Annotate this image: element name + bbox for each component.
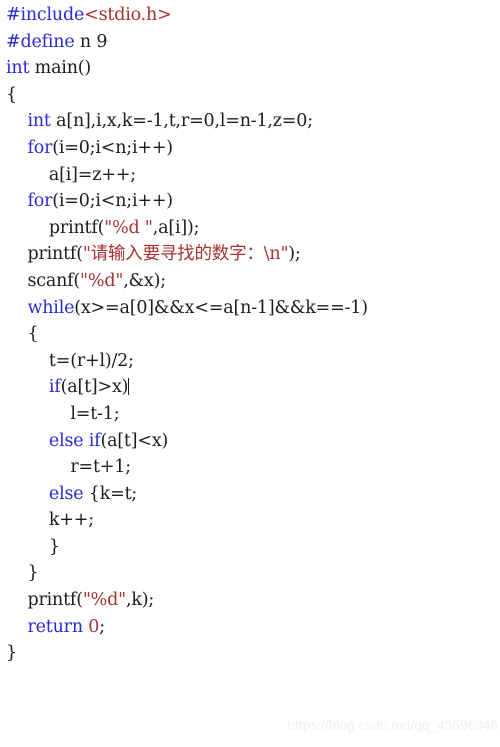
code-token-pln: l=t-1; <box>70 403 120 424</box>
code-line[interactable]: r=t+1; <box>6 454 500 481</box>
code-line[interactable]: l=t-1; <box>6 401 500 428</box>
code-editor-content[interactable]: #include<stdio.h> #define n 9 int main(){ … <box>6 2 500 667</box>
code-token-pln: a[i]=z++; <box>48 164 136 185</box>
code-token-pln: (x>=a[0]&&x<=a[n-1]&&k==-1) <box>74 297 368 318</box>
code-line[interactable]: printf("请输入要寻找的数字：\n"); <box>6 241 500 268</box>
code-token-kw: #define <box>6 31 75 52</box>
code-line[interactable]: #define n 9 <box>6 29 500 56</box>
code-line[interactable]: { <box>6 321 500 348</box>
code-line[interactable]: { <box>6 82 500 109</box>
code-token-kw: int <box>6 58 30 79</box>
code-token-pln: ,a[i]); <box>152 217 200 238</box>
code-token-str: "%d " <box>104 217 153 238</box>
code-token-pln: scanf( <box>27 270 81 291</box>
code-token-kw: else if <box>48 430 101 451</box>
code-token-pln: } <box>6 643 17 664</box>
code-token-kw: while <box>27 297 75 318</box>
code-token-pln: (i=0;i<n;i++) <box>52 137 173 158</box>
code-line[interactable]: t=(r+l)/2; <box>6 348 500 375</box>
code-line[interactable]: } <box>6 534 500 561</box>
text-cursor-caret <box>128 378 130 396</box>
code-token-kw: if <box>48 377 61 398</box>
code-token-pln: ; <box>99 616 105 637</box>
csdn-watermark: https://blog.csdn.net/qq_43596946 <box>287 718 498 733</box>
code-line[interactable]: a[i]=z++; <box>6 162 500 189</box>
code-token-pln: main() <box>29 58 92 79</box>
code-line[interactable]: k++; <box>6 507 500 534</box>
code-token-pln: printf( <box>27 244 83 265</box>
code-line[interactable]: if(a[t]>x) <box>6 374 500 401</box>
code-token-pln: ,&x); <box>123 270 166 291</box>
code-token-pln: ); <box>288 244 301 265</box>
code-token-pln: (a[t]>x) <box>60 377 129 398</box>
code-token-pln: printf( <box>48 217 105 238</box>
code-token-str: 0 <box>82 616 100 637</box>
code-line[interactable]: int a[n],i,x,k=-1,t,r=0,l=n-1,z=0; <box>6 108 500 135</box>
code-token-pln: k++; <box>48 510 94 531</box>
code-token-pln: a[n],i,x,k=-1,t,r=0,l=n-1,z=0; <box>50 111 313 132</box>
code-token-pln: { <box>6 84 17 105</box>
code-line[interactable]: } <box>6 640 500 667</box>
code-token-kw: for <box>27 191 53 212</box>
code-line[interactable]: int main() <box>6 55 500 82</box>
code-token-pln: ,k); <box>125 590 155 611</box>
code-token-kw: int <box>27 111 51 132</box>
code-line[interactable]: #include<stdio.h> <box>6 2 500 29</box>
code-token-pln: t=(r+l)/2; <box>48 350 134 371</box>
code-line[interactable]: printf("%d ",a[i]); <box>6 215 500 242</box>
code-token-str: "%d" <box>80 270 124 291</box>
code-line[interactable]: scanf("%d",&x); <box>6 268 500 295</box>
code-token-str: "%d" <box>82 590 126 611</box>
code-line[interactable]: } <box>6 560 500 587</box>
code-token-pln: n 9 <box>74 31 108 52</box>
code-token-kw: else <box>48 483 84 504</box>
code-token-pln: } <box>48 536 60 557</box>
code-token-str: <stdio.h> <box>84 5 172 25</box>
code-line[interactable]: for(i=0;i<n;i++) <box>6 135 500 162</box>
code-token-str: "请输入要寻找的数字：\n" <box>82 244 289 265</box>
code-line[interactable]: for(i=0;i<n;i++) <box>6 188 500 215</box>
code-line[interactable]: else {k=t; <box>6 481 500 508</box>
code-line[interactable]: else if(a[t]<x) <box>6 428 500 455</box>
code-token-pln: (a[t]<x) <box>100 430 169 451</box>
code-token-pln: {k=t; <box>83 483 138 504</box>
code-line[interactable]: return 0; <box>6 614 500 641</box>
code-token-pln: (i=0;i<n;i++) <box>52 191 173 212</box>
code-line[interactable]: printf("%d",k); <box>6 587 500 614</box>
code-token-kw: #include <box>6 5 85 25</box>
code-screenshot: #include<stdio.h> #define n 9 int main(){ … <box>0 0 500 747</box>
code-token-kw: for <box>27 137 53 158</box>
code-line[interactable]: while(x>=a[0]&&x<=a[n-1]&&k==-1) <box>6 295 500 322</box>
code-token-pln: r=t+1; <box>70 457 131 478</box>
code-token-pln: } <box>27 563 39 584</box>
code-token-pln: { <box>27 324 39 345</box>
code-token-kw: return <box>27 616 83 637</box>
code-token-pln: printf( <box>27 590 83 611</box>
